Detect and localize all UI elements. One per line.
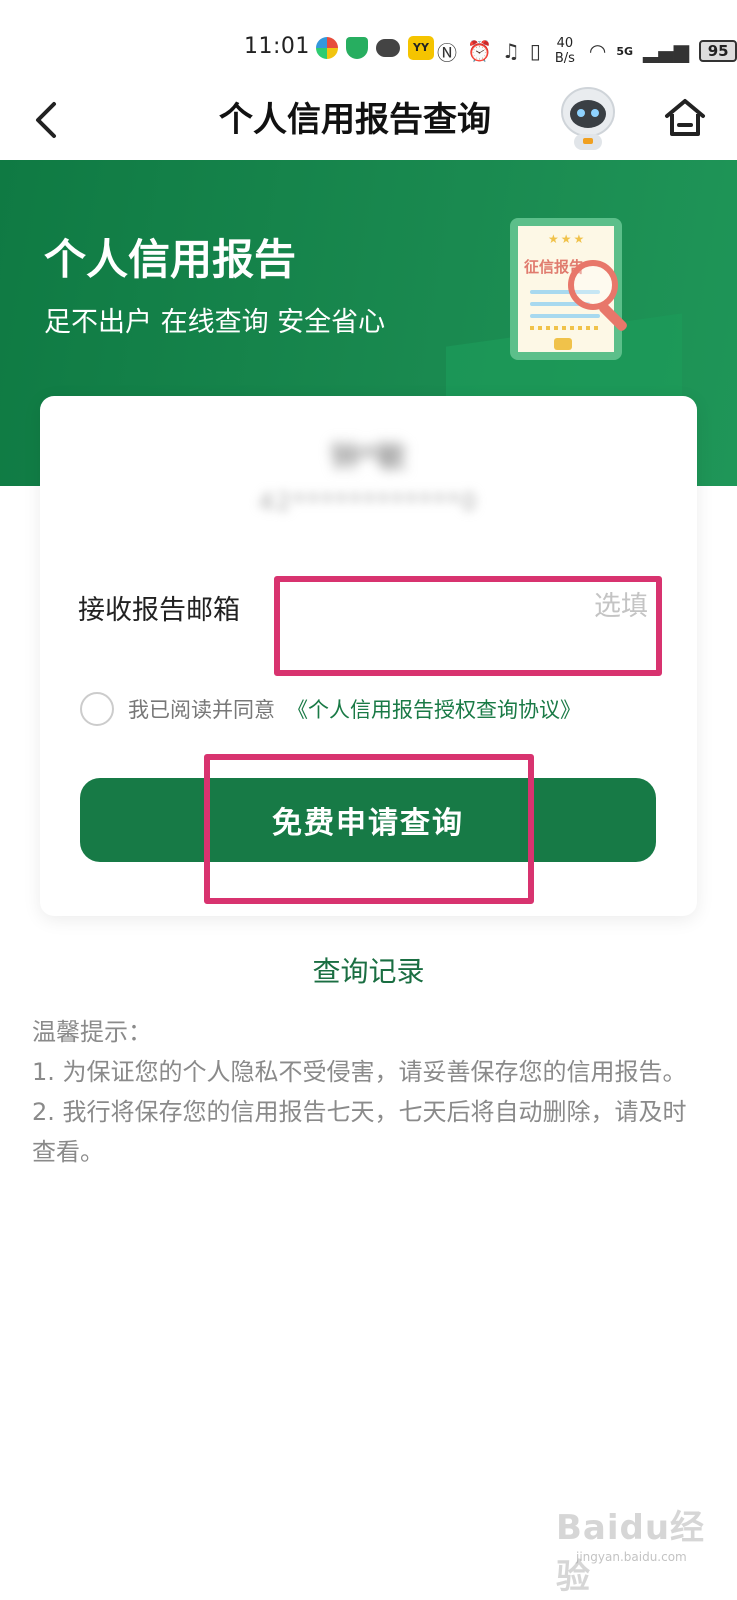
navigation-bar: 个人信用报告查询 xyxy=(0,84,737,160)
system-status-icons: Ⓝ ⏰ ♫ ▯ 40 B/s ◠ 5G ▂▄▆ 95 xyxy=(437,36,737,66)
banner-subtitle: 足不出户 在线查询 安全省心 xyxy=(44,307,386,338)
battery-icon: 95 xyxy=(699,40,737,62)
notification-icons: YY xyxy=(316,36,434,60)
status-bar: 11:01 YY Ⓝ ⏰ ♫ ▯ 40 B/s ◠ 5G ▂▄▆ 95 xyxy=(0,0,737,84)
submit-query-button[interactable]: 免费申请查询 xyxy=(80,778,656,862)
user-name: 钟*敏 xyxy=(330,440,407,475)
baidu-watermark-url: jingyan.baidu.com xyxy=(576,1550,687,1564)
magnifier-icon xyxy=(568,260,618,310)
report-text-line xyxy=(530,314,600,318)
tips-section: 温馨提示： 1. 为保证您的个人隐私不受侵害，请妥善保存您的信用报告。 2. 我… xyxy=(32,1012,702,1172)
tips-item: 1. 为保证您的个人隐私不受侵害，请妥善保存您的信用报告。 xyxy=(32,1058,687,1086)
agreement-radio[interactable] xyxy=(80,692,114,726)
user-id-number: 42************0 xyxy=(258,488,479,516)
signal-icon: 5G xyxy=(616,44,633,58)
tips-heading: 温馨提示： xyxy=(32,1018,152,1046)
email-field[interactable] xyxy=(280,576,648,636)
app-notification-icon xyxy=(316,37,338,59)
signal-bars-icon: ▂▄▆ xyxy=(643,39,690,63)
alarm-icon: ⏰ xyxy=(467,39,492,63)
robot-assistant-icon[interactable] xyxy=(556,84,620,152)
battery-saver-icon: ▯ xyxy=(529,39,541,63)
wechat-icon xyxy=(376,39,400,57)
headphone-icon: ♫ xyxy=(501,39,520,63)
baidu-watermark: Baidu经验 xyxy=(556,1508,706,1597)
status-time: 11:01 xyxy=(244,34,310,59)
report-seal-decoration xyxy=(554,338,572,350)
shield-icon xyxy=(346,37,368,59)
report-dots-decoration xyxy=(530,326,600,330)
nfc-icon: Ⓝ xyxy=(437,40,457,65)
tips-item: 2. 我行将保存您的信用报告七天，七天后将自动删除，请及时查看。 xyxy=(32,1098,687,1166)
agreement-row: 我已阅读并同意 《个人信用报告授权查询协议》 xyxy=(80,692,581,726)
email-field-label: 接收报告邮箱 xyxy=(78,595,240,626)
agreement-text: 我已阅读并同意 xyxy=(128,698,275,722)
agreement-link[interactable]: 《个人信用报告授权查询协议》 xyxy=(287,694,581,724)
stars-decoration: ★★★ xyxy=(548,232,587,246)
banner-title: 个人信用报告 xyxy=(44,235,297,284)
wifi-icon: ◠ xyxy=(588,39,607,63)
home-icon[interactable] xyxy=(664,96,706,138)
query-form-card: 钟*敏 42************0 接收报告邮箱 我已阅读并同意 《个人信用… xyxy=(40,396,697,916)
network-speed: 40 B/s xyxy=(554,36,575,66)
yy-app-icon: YY xyxy=(408,36,434,60)
query-records-link[interactable]: 查询记录 xyxy=(0,950,737,990)
